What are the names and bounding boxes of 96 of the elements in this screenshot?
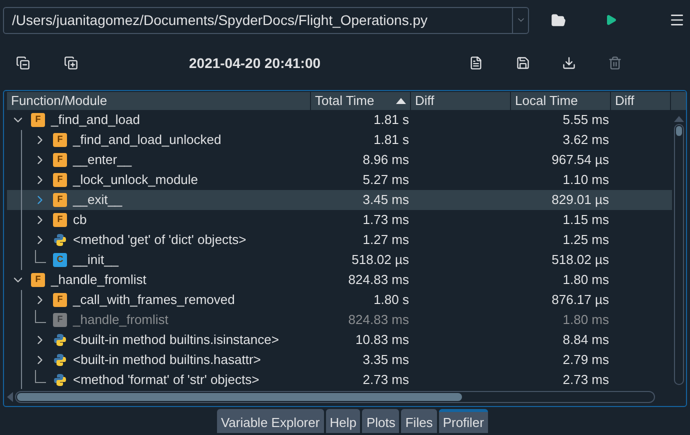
folder-icon[interactable] (551, 12, 566, 28)
function-icon: F (53, 193, 67, 207)
table-row[interactable]: F _find_and_load_unlocked 1.81 s 3.62 ms (7, 130, 672, 150)
collapse-icon[interactable] (16, 56, 30, 70)
table-row[interactable]: <built-in method builtins.hasattr> 3.35 ms 2.79 ms (7, 350, 672, 370)
function-icon: F (53, 173, 67, 187)
table-row[interactable]: <method 'format' of 'str' objects> 2.73 ms 2.73 ms (7, 370, 672, 389)
function-name: __enter__ (73, 151, 132, 170)
table-row[interactable]: C __init__ 518.02 µs 518.02 µs (7, 250, 672, 270)
table-row[interactable]: F cb 1.73 ms 1.15 ms (7, 210, 672, 230)
total-time-cell-text: 5.27 ms (362, 171, 410, 190)
function-icon: F (53, 153, 67, 167)
function-name: _call_with_frames_removed (73, 291, 235, 310)
download-icon[interactable] (562, 56, 576, 70)
column-header[interactable]: Local Time (511, 92, 611, 110)
function-icon: F (53, 293, 67, 307)
total-time-cell-text: 824.83 ms (347, 271, 410, 290)
local-time-cell-text: 3.62 ms (562, 131, 610, 150)
table-row[interactable]: <method 'get' of 'dict' objects> 1.27 ms 1.25 ms (7, 230, 672, 250)
python-logo-icon (53, 353, 67, 367)
function-name: <built-in method builtins.isinstance> (73, 331, 279, 350)
function-name: _handle_fromlist (51, 271, 146, 290)
local-time-cell-text: 1.25 ms (562, 231, 610, 250)
column-header[interactable]: Diff (611, 92, 671, 110)
panel-tab[interactable]: Help (326, 409, 360, 433)
total-time-cell-text: 1.81 s (372, 131, 410, 150)
function-icon: F (31, 273, 45, 287)
total-time-cell-text: 824.83 ms (347, 311, 410, 330)
scrollbar-thumb[interactable] (676, 126, 682, 136)
local-time-cell-text: 1.80 ms (562, 271, 610, 290)
timestamp: 2021-04-20 20:41:00 (189, 54, 321, 72)
panel-tab[interactable]: Variable Explorer (216, 409, 324, 433)
play-icon[interactable] (605, 14, 617, 26)
local-time-cell-text: 1.80 ms (562, 311, 610, 330)
function-icon: F (53, 313, 67, 327)
trash-icon[interactable] (608, 56, 622, 70)
function-name: _find_and_load (51, 111, 140, 130)
horizontal-scrollbar[interactable] (15, 391, 655, 403)
function-name: cb (73, 211, 87, 230)
table-row[interactable]: F _handle_fromlist 824.83 ms 1.80 ms (7, 270, 672, 290)
menu-icon[interactable] (669, 12, 685, 28)
total-time-cell-text: 1.81 s (372, 111, 410, 130)
save-icon[interactable] (516, 56, 530, 70)
total-time-cell-text: 2.73 ms (362, 371, 410, 389)
class-icon: C (53, 253, 67, 267)
total-time-cell-text: 1.73 ms (362, 211, 410, 230)
function-icon: F (31, 113, 45, 127)
local-time-cell-text: 5.55 ms (562, 111, 610, 130)
total-time-cell-text: 518.02 µs (350, 251, 410, 270)
document-icon[interactable] (468, 56, 483, 70)
function-icon: F (53, 133, 67, 147)
scrollbar-thumb[interactable] (17, 393, 462, 401)
local-time-cell-text: 2.73 ms (562, 371, 610, 389)
function-name: _lock_unlock_module (73, 171, 198, 190)
path-field[interactable]: /Users/juanitagomez/Documents/SpyderDocs/Flight_Operations.py (3, 6, 529, 34)
local-time-cell-text: 8.84 ms (562, 331, 610, 350)
function-name: __exit__ (73, 191, 122, 210)
python-logo-icon (53, 233, 67, 247)
panel-tab[interactable]: Profiler (438, 409, 488, 433)
total-time-cell-text: 1.27 ms (362, 231, 410, 250)
vertical-scrollbar[interactable] (674, 124, 684, 385)
table-row[interactable]: <built-in method builtins.isinstance> 10.83 ms 8.84 ms (7, 330, 672, 350)
function-name: _handle_fromlist (73, 311, 168, 330)
total-time-cell-text: 8.96 ms (362, 151, 410, 170)
total-time-cell-text: 10.83 ms (354, 331, 410, 350)
column-header[interactable]: Total Time (311, 92, 411, 110)
panel-tab[interactable]: Files (401, 409, 437, 433)
function-name: <method 'get' of 'dict' objects> (73, 231, 246, 250)
local-time-cell-text: 967.54 µs (550, 151, 610, 170)
total-time-cell-text: 3.35 ms (362, 351, 410, 370)
table-row[interactable]: F __exit__ 3.45 ms 829.01 µs (7, 190, 672, 210)
table-row[interactable]: F _handle_fromlist 824.83 ms 1.80 ms (7, 310, 672, 330)
python-logo-icon (53, 373, 67, 387)
local-time-cell-text: 876.17 µs (550, 291, 610, 310)
local-time-cell-text: 1.10 ms (562, 171, 610, 190)
local-time-cell-text: 829.01 µs (550, 191, 610, 210)
panel-tab[interactable]: Plots (362, 409, 400, 433)
function-icon: F (53, 213, 67, 227)
local-time-cell-text: 1.15 ms (562, 211, 610, 230)
table-row[interactable]: F __enter__ 8.96 ms 967.54 µs (7, 150, 672, 170)
column-header[interactable]: Function/Module (7, 92, 311, 110)
function-name: <method 'format' of 'str' objects> (73, 371, 260, 389)
python-logo-icon (53, 333, 67, 347)
function-name: _find_and_load_unlocked (73, 131, 222, 150)
local-time-cell-text: 2.79 ms (562, 351, 610, 370)
expand-icon[interactable] (64, 56, 78, 70)
column-header[interactable]: Diff (411, 92, 511, 110)
table-row[interactable]: F _call_with_frames_removed 1.80 s 876.17 µs (7, 290, 672, 310)
function-name: <built-in method builtins.hasattr> (73, 351, 261, 370)
total-time-cell-text: 1.80 s (372, 291, 410, 310)
local-time-cell-text: 518.02 µs (550, 251, 610, 270)
sort-up-icon (396, 98, 406, 104)
table-row[interactable]: F _lock_unlock_module 5.27 ms 1.10 ms (7, 170, 672, 190)
total-time-cell-text: 3.45 ms (362, 191, 410, 210)
table-row[interactable]: F _find_and_load 1.81 s 5.55 ms (7, 110, 672, 130)
function-name: __init__ (73, 251, 119, 270)
